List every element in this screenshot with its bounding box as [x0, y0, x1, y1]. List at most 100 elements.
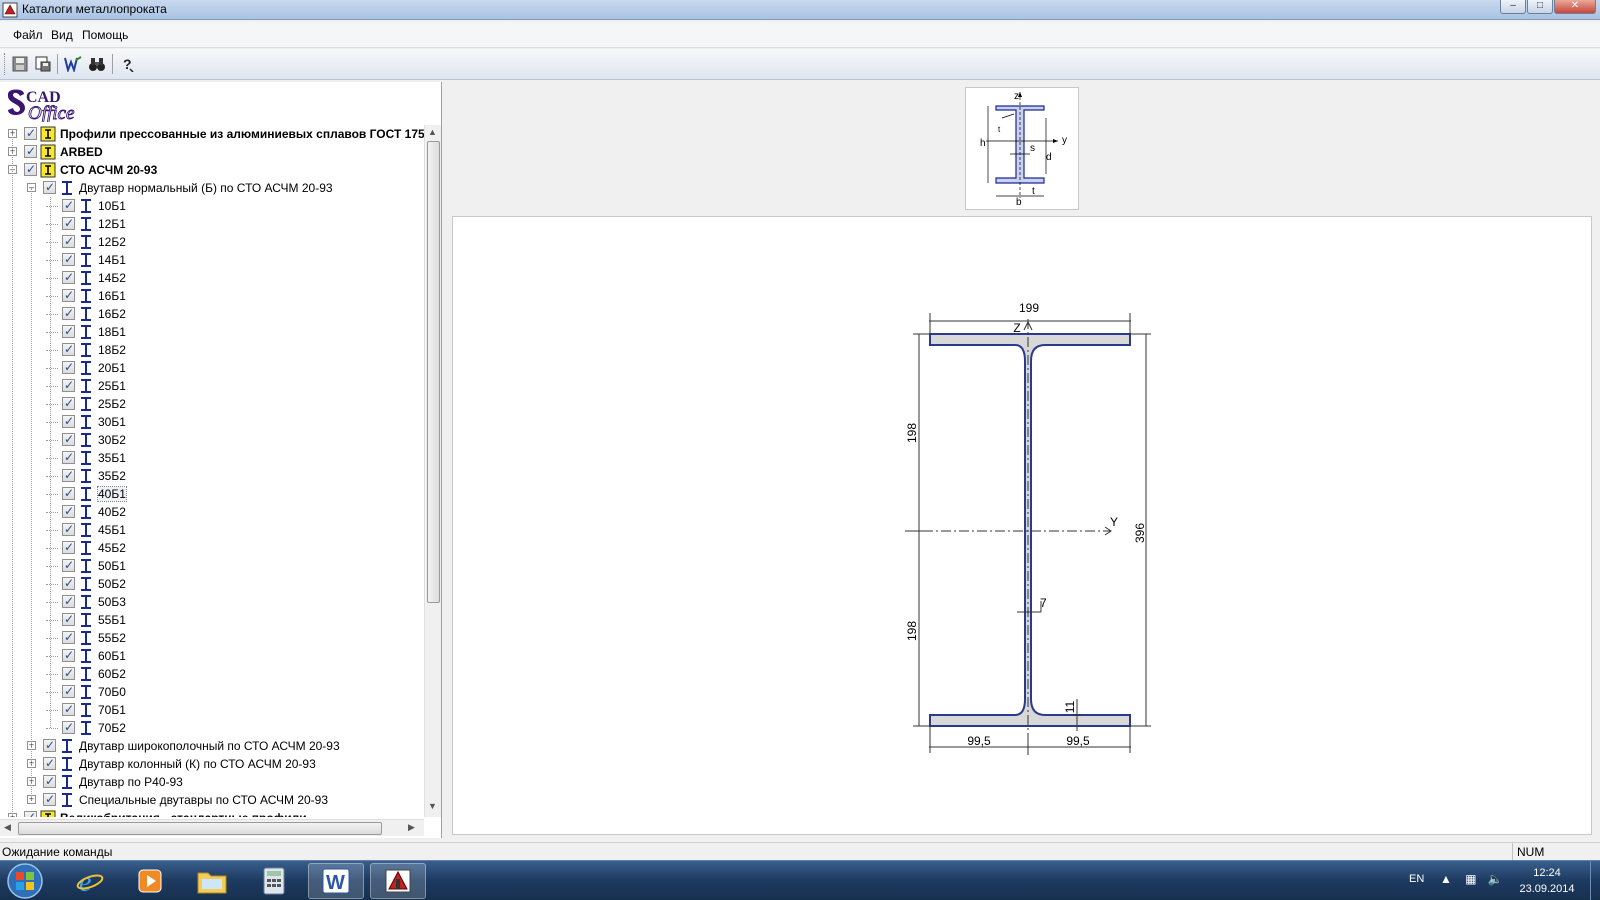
scroll-up-arrow[interactable]: ▲ — [428, 127, 437, 137]
tree-item[interactable]: 14Б1 — [0, 251, 424, 269]
scroll-down-arrow[interactable]: ▼ — [428, 801, 437, 811]
tree-checkbox[interactable] — [24, 810, 37, 817]
start-button[interactable] — [4, 862, 46, 900]
tree-item[interactable]: 25Б2 — [0, 395, 424, 413]
tree-catalog[interactable]: –СТО АСЧМ 20-93 — [0, 161, 424, 179]
taskbar-calculator[interactable] — [246, 863, 302, 899]
export-word-button[interactable] — [62, 53, 84, 75]
tree-checkbox[interactable] — [62, 504, 75, 518]
tree-catalog[interactable]: +Профили прессованные из алюминиевых спл… — [0, 125, 424, 143]
tree-checkbox[interactable] — [43, 774, 56, 788]
tree-item[interactable]: 55Б2 — [0, 629, 424, 647]
tree-checkbox[interactable] — [62, 720, 75, 734]
scroll-left-arrow[interactable]: ◀ — [4, 822, 11, 833]
tree-checkbox[interactable] — [62, 324, 75, 338]
tree-group[interactable]: –Двутавр нормальный (Б) по СТО АСЧМ 20-9… — [0, 179, 424, 197]
tree-checkbox[interactable] — [62, 684, 75, 698]
scroll-right-arrow[interactable]: ▶ — [408, 822, 415, 833]
taskbar-media-player[interactable] — [122, 863, 178, 899]
taskbar-scad-catalog[interactable] — [370, 863, 426, 899]
tree-checkbox[interactable] — [62, 576, 75, 590]
tree-checkbox[interactable] — [62, 414, 75, 428]
tree-checkbox[interactable] — [24, 144, 37, 158]
tree-checkbox[interactable] — [62, 216, 75, 230]
tree-checkbox[interactable] — [62, 522, 75, 536]
tree-checkbox[interactable] — [62, 252, 75, 266]
tree-group[interactable]: +Двутавр широкополочный по СТО АСЧМ 20-9… — [0, 737, 424, 755]
scroll-thumb[interactable] — [427, 141, 440, 603]
tree-item[interactable]: 16Б2 — [0, 305, 424, 323]
tree-checkbox[interactable] — [62, 432, 75, 446]
tree-item[interactable]: 60Б2 — [0, 665, 424, 683]
close-button[interactable]: ✕ — [1554, 0, 1596, 14]
tree-item[interactable]: 50Б3 — [0, 593, 424, 611]
tree-item[interactable]: 50Б1 — [0, 557, 424, 575]
taskbar-clock[interactable]: 12:24 23.09.2014 — [1512, 865, 1582, 897]
tree-group[interactable]: +Двутавр колонный (К) по СТО АСЧМ 20-93 — [0, 755, 424, 773]
minimize-button[interactable]: – — [1500, 0, 1526, 14]
tree-group[interactable]: +Специальные двутавры по СТО АСЧМ 20-93 — [0, 791, 424, 809]
tree-catalog[interactable]: +Великобритания - стандартные профили — [0, 809, 424, 817]
tree-checkbox[interactable] — [62, 486, 75, 500]
tree-checkbox[interactable] — [43, 180, 56, 194]
scroll-thumb[interactable] — [18, 822, 382, 835]
tree-item[interactable]: 12Б2 — [0, 233, 424, 251]
tree-item[interactable]: 45Б2 — [0, 539, 424, 557]
tree-item[interactable]: 50Б2 — [0, 575, 424, 593]
tree-checkbox[interactable] — [62, 558, 75, 572]
save-as-button[interactable] — [32, 53, 54, 75]
tree-checkbox[interactable] — [62, 612, 75, 626]
tree-checkbox[interactable] — [62, 306, 75, 320]
tree-checkbox[interactable] — [62, 234, 75, 248]
tree-checkbox[interactable] — [62, 450, 75, 464]
tree-item[interactable]: 45Б1 — [0, 521, 424, 539]
tree-checkbox[interactable] — [62, 288, 75, 302]
system-tray[interactable]: ▲ ▦ 🔈 — [1440, 872, 1503, 886]
save-button[interactable] — [9, 53, 31, 75]
tree-item[interactable]: 35Б2 — [0, 467, 424, 485]
tree-checkbox[interactable] — [62, 378, 75, 392]
tree-item[interactable]: 30Б1 — [0, 413, 424, 431]
maximize-button[interactable]: □ — [1527, 0, 1553, 14]
help-button[interactable]: ? — [116, 53, 138, 75]
tree-item[interactable]: 14Б2 — [0, 269, 424, 287]
tree-item[interactable]: 18Б2 — [0, 341, 424, 359]
tree-item[interactable]: 16Б1 — [0, 287, 424, 305]
tree-checkbox[interactable] — [62, 396, 75, 410]
toolbar-grip[interactable] — [4, 53, 7, 75]
tree-item[interactable]: 35Б1 — [0, 449, 424, 467]
tree-item[interactable]: 10Б1 — [0, 197, 424, 215]
tray-expand-icon[interactable]: ▲ — [1440, 872, 1452, 886]
tree-checkbox[interactable] — [62, 648, 75, 662]
menu-view[interactable]: Вид — [51, 28, 73, 42]
tree-checkbox[interactable] — [24, 126, 37, 140]
tree-checkbox[interactable] — [43, 756, 56, 770]
tree-item[interactable]: 12Б1 — [0, 215, 424, 233]
tree-checkbox[interactable] — [62, 594, 75, 608]
tree-checkbox[interactable] — [43, 792, 56, 806]
network-icon[interactable]: ▦ — [1465, 872, 1476, 886]
tree-horizontal-scrollbar[interactable]: ◀ ▶ — [0, 819, 424, 836]
taskbar-ie[interactable]: e — [62, 863, 118, 899]
tree-catalog[interactable]: +ARBED — [0, 143, 424, 161]
menu-help[interactable]: Помощь — [82, 28, 128, 42]
tree-item[interactable]: 18Б1 — [0, 323, 424, 341]
tree-vertical-scrollbar[interactable]: ▲ ▼ — [424, 125, 441, 817]
tree-checkbox[interactable] — [62, 360, 75, 374]
tree-item[interactable]: 70Б1 — [0, 701, 424, 719]
show-desktop-button[interactable] — [1590, 861, 1600, 900]
tree-item[interactable]: 25Б1 — [0, 377, 424, 395]
tree-item[interactable]: 40Б2 — [0, 503, 424, 521]
tree-checkbox[interactable] — [62, 342, 75, 356]
tree-group[interactable]: +Двутавр по Р40-93 — [0, 773, 424, 791]
taskbar-word[interactable]: W — [308, 863, 364, 899]
tree-checkbox[interactable] — [62, 540, 75, 554]
tree-item[interactable]: 60Б1 — [0, 647, 424, 665]
volume-icon[interactable]: 🔈 — [1488, 872, 1503, 886]
tree-item[interactable]: 70Б0 — [0, 683, 424, 701]
tree-checkbox[interactable] — [43, 738, 56, 752]
tree-item[interactable]: 55Б1 — [0, 611, 424, 629]
tree-checkbox[interactable] — [24, 162, 37, 176]
tree-item[interactable]: 70Б2 — [0, 719, 424, 737]
tree-checkbox[interactable] — [62, 666, 75, 680]
